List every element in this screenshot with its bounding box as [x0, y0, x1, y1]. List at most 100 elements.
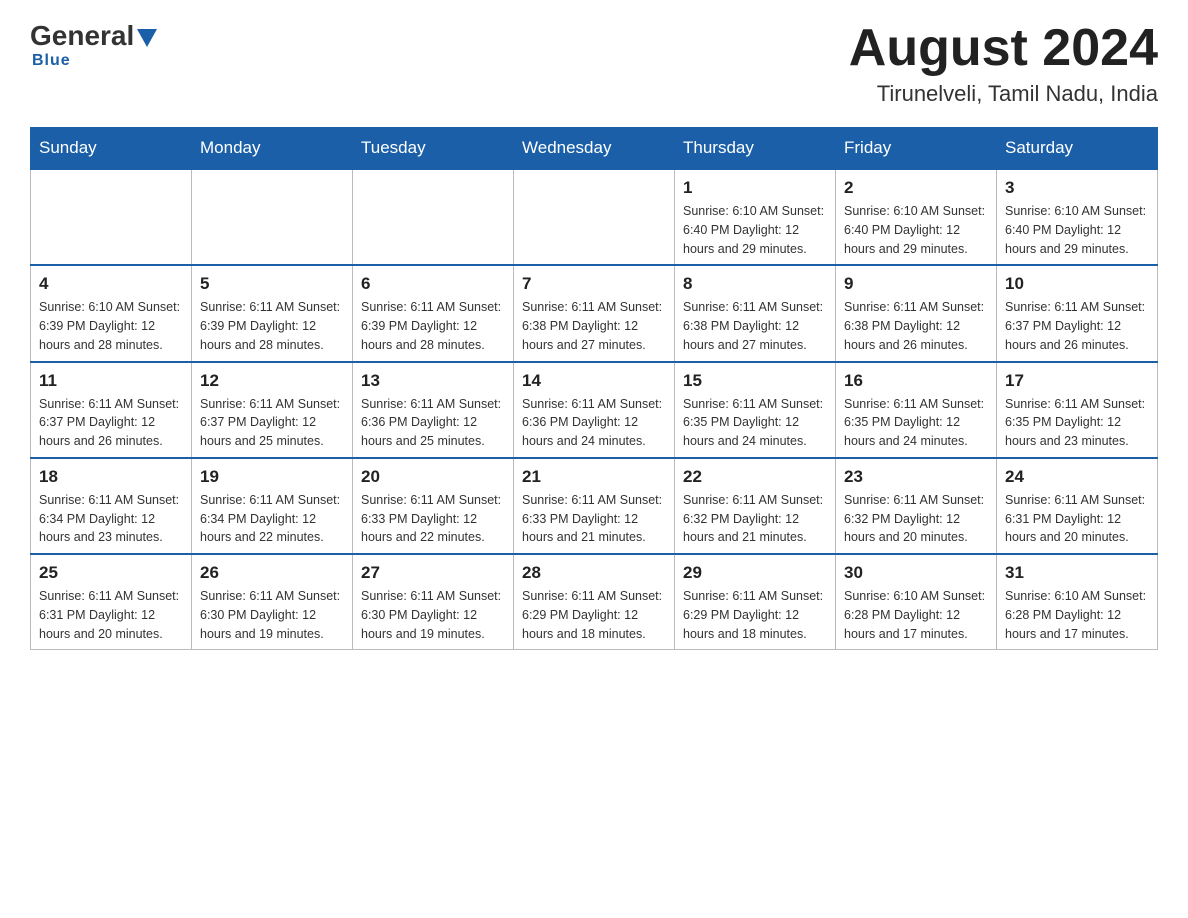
day-number: 30: [844, 563, 988, 583]
week-row-5: 25Sunrise: 6:11 AM Sunset: 6:31 PM Dayli…: [31, 554, 1158, 650]
day-number: 10: [1005, 274, 1149, 294]
day-number: 5: [200, 274, 344, 294]
day-cell: 30 Sunrise: 6:10 AM Sunset: 6:28 PM Dayli…: [836, 554, 997, 650]
day-info: Sunrise: 6:11 AM Sunset: 6:29 PM Dayligh…: [522, 587, 666, 643]
weekday-header-saturday: Saturday: [997, 128, 1158, 170]
day-cell: 29Sunrise: 6:11 AM Sunset: 6:29 PM Dayli…: [675, 554, 836, 650]
day-info: Sunrise: 6:11 AM Sunset: 6:32 PM Dayligh…: [683, 491, 827, 547]
weekday-header-friday: Friday: [836, 128, 997, 170]
day-number: 22: [683, 467, 827, 487]
day-cell: 26 Sunrise: 6:11 AM Sunset: 6:30 PM Dayli…: [192, 554, 353, 650]
page-header: General Blue August 2024 Tirunelveli, Ta…: [30, 20, 1158, 107]
day-cell: 13Sunrise: 6:11 AM Sunset: 6:36 PM Dayli…: [353, 362, 514, 458]
day-number: 8: [683, 274, 827, 294]
day-number: 23: [844, 467, 988, 487]
day-info: Sunrise: 6:11 AM Sunset: 6:34 PM Dayligh…: [39, 491, 183, 547]
day-info: Sunrise: 6:11 AM Sunset: 6:36 PM Dayligh…: [361, 395, 505, 451]
day-number: 28: [522, 563, 666, 583]
day-cell: 23 Sunrise: 6:11 AM Sunset: 6:32 PM Dayli…: [836, 458, 997, 554]
day-number: 2: [844, 178, 988, 198]
day-cell: 17Sunrise: 6:11 AM Sunset: 6:35 PM Dayli…: [997, 362, 1158, 458]
logo-blue-text: Blue: [32, 52, 71, 70]
day-cell: [353, 169, 514, 265]
calendar-table: SundayMondayTuesdayWednesdayThursdayFrid…: [30, 127, 1158, 650]
weekday-header-row: SundayMondayTuesdayWednesdayThursdayFrid…: [31, 128, 1158, 170]
day-cell: 27Sunrise: 6:11 AM Sunset: 6:30 PM Dayli…: [353, 554, 514, 650]
day-number: 6: [361, 274, 505, 294]
month-title: August 2024: [849, 20, 1158, 77]
day-cell: [31, 169, 192, 265]
day-cell: 4 Sunrise: 6:10 AM Sunset: 6:39 PM Daylig…: [31, 265, 192, 361]
day-info: Sunrise: 6:11 AM Sunset: 6:36 PM Dayligh…: [522, 395, 666, 451]
day-cell: 25Sunrise: 6:11 AM Sunset: 6:31 PM Dayli…: [31, 554, 192, 650]
day-cell: 3 Sunrise: 6:10 AM Sunset: 6:40 PM Daylig…: [997, 169, 1158, 265]
day-cell: 21 Sunrise: 6:11 AM Sunset: 6:33 PM Dayli…: [514, 458, 675, 554]
week-row-4: 18 Sunrise: 6:11 AM Sunset: 6:34 PM Dayli…: [31, 458, 1158, 554]
day-info: Sunrise: 6:11 AM Sunset: 6:39 PM Dayligh…: [200, 298, 344, 354]
day-cell: 16 Sunrise: 6:11 AM Sunset: 6:35 PM Dayli…: [836, 362, 997, 458]
day-number: 1: [683, 178, 827, 198]
weekday-header-wednesday: Wednesday: [514, 128, 675, 170]
day-info: Sunrise: 6:11 AM Sunset: 6:37 PM Dayligh…: [39, 395, 183, 451]
location-title: Tirunelveli, Tamil Nadu, India: [849, 81, 1158, 107]
weekday-header-monday: Monday: [192, 128, 353, 170]
day-number: 3: [1005, 178, 1149, 198]
day-number: 29: [683, 563, 827, 583]
day-number: 18: [39, 467, 183, 487]
day-info: Sunrise: 6:11 AM Sunset: 6:37 PM Dayligh…: [200, 395, 344, 451]
day-info: Sunrise: 6:11 AM Sunset: 6:30 PM Dayligh…: [200, 587, 344, 643]
day-info: Sunrise: 6:10 AM Sunset: 6:39 PM Dayligh…: [39, 298, 183, 354]
logo-triangle-icon: [137, 29, 157, 47]
week-row-1: 1 Sunrise: 6:10 AM Sunset: 6:40 PM Daylig…: [31, 169, 1158, 265]
day-number: 4: [39, 274, 183, 294]
title-block: August 2024 Tirunelveli, Tamil Nadu, Ind…: [849, 20, 1158, 107]
day-info: Sunrise: 6:11 AM Sunset: 6:35 PM Dayligh…: [1005, 395, 1149, 451]
logo-general: General: [30, 20, 134, 52]
day-cell: 7Sunrise: 6:11 AM Sunset: 6:38 PM Daylig…: [514, 265, 675, 361]
day-info: Sunrise: 6:11 AM Sunset: 6:30 PM Dayligh…: [361, 587, 505, 643]
day-cell: 12Sunrise: 6:11 AM Sunset: 6:37 PM Dayli…: [192, 362, 353, 458]
day-number: 16: [844, 371, 988, 391]
day-number: 7: [522, 274, 666, 294]
day-number: 31: [1005, 563, 1149, 583]
day-info: Sunrise: 6:11 AM Sunset: 6:38 PM Dayligh…: [683, 298, 827, 354]
day-info: Sunrise: 6:11 AM Sunset: 6:39 PM Dayligh…: [361, 298, 505, 354]
day-number: 14: [522, 371, 666, 391]
day-cell: [192, 169, 353, 265]
day-cell: 2 Sunrise: 6:10 AM Sunset: 6:40 PM Daylig…: [836, 169, 997, 265]
day-cell: 14 Sunrise: 6:11 AM Sunset: 6:36 PM Dayli…: [514, 362, 675, 458]
day-cell: [514, 169, 675, 265]
weekday-header-tuesday: Tuesday: [353, 128, 514, 170]
day-info: Sunrise: 6:11 AM Sunset: 6:33 PM Dayligh…: [361, 491, 505, 547]
day-number: 21: [522, 467, 666, 487]
weekday-header-sunday: Sunday: [31, 128, 192, 170]
day-info: Sunrise: 6:11 AM Sunset: 6:38 PM Dayligh…: [844, 298, 988, 354]
day-cell: 6 Sunrise: 6:11 AM Sunset: 6:39 PM Daylig…: [353, 265, 514, 361]
day-info: Sunrise: 6:10 AM Sunset: 6:28 PM Dayligh…: [844, 587, 988, 643]
week-row-2: 4 Sunrise: 6:10 AM Sunset: 6:39 PM Daylig…: [31, 265, 1158, 361]
day-cell: 10Sunrise: 6:11 AM Sunset: 6:37 PM Dayli…: [997, 265, 1158, 361]
day-info: Sunrise: 6:11 AM Sunset: 6:35 PM Dayligh…: [683, 395, 827, 451]
weekday-header-thursday: Thursday: [675, 128, 836, 170]
day-info: Sunrise: 6:10 AM Sunset: 6:40 PM Dayligh…: [844, 202, 988, 258]
day-cell: 5 Sunrise: 6:11 AM Sunset: 6:39 PM Daylig…: [192, 265, 353, 361]
day-info: Sunrise: 6:11 AM Sunset: 6:35 PM Dayligh…: [844, 395, 988, 451]
day-cell: 15 Sunrise: 6:11 AM Sunset: 6:35 PM Dayli…: [675, 362, 836, 458]
day-info: Sunrise: 6:11 AM Sunset: 6:32 PM Dayligh…: [844, 491, 988, 547]
logo: General Blue: [30, 20, 157, 70]
logo-text: General: [30, 20, 157, 52]
day-cell: 11 Sunrise: 6:11 AM Sunset: 6:37 PM Dayli…: [31, 362, 192, 458]
day-number: 24: [1005, 467, 1149, 487]
day-cell: 19Sunrise: 6:11 AM Sunset: 6:34 PM Dayli…: [192, 458, 353, 554]
day-number: 15: [683, 371, 827, 391]
day-info: Sunrise: 6:11 AM Sunset: 6:33 PM Dayligh…: [522, 491, 666, 547]
day-number: 9: [844, 274, 988, 294]
day-info: Sunrise: 6:10 AM Sunset: 6:40 PM Dayligh…: [1005, 202, 1149, 258]
day-number: 11: [39, 371, 183, 391]
day-cell: 9 Sunrise: 6:11 AM Sunset: 6:38 PM Daylig…: [836, 265, 997, 361]
week-row-3: 11 Sunrise: 6:11 AM Sunset: 6:37 PM Dayli…: [31, 362, 1158, 458]
day-number: 26: [200, 563, 344, 583]
day-cell: 24Sunrise: 6:11 AM Sunset: 6:31 PM Dayli…: [997, 458, 1158, 554]
day-cell: 1Sunrise: 6:10 AM Sunset: 6:40 PM Daylig…: [675, 169, 836, 265]
day-cell: 31Sunrise: 6:10 AM Sunset: 6:28 PM Dayli…: [997, 554, 1158, 650]
